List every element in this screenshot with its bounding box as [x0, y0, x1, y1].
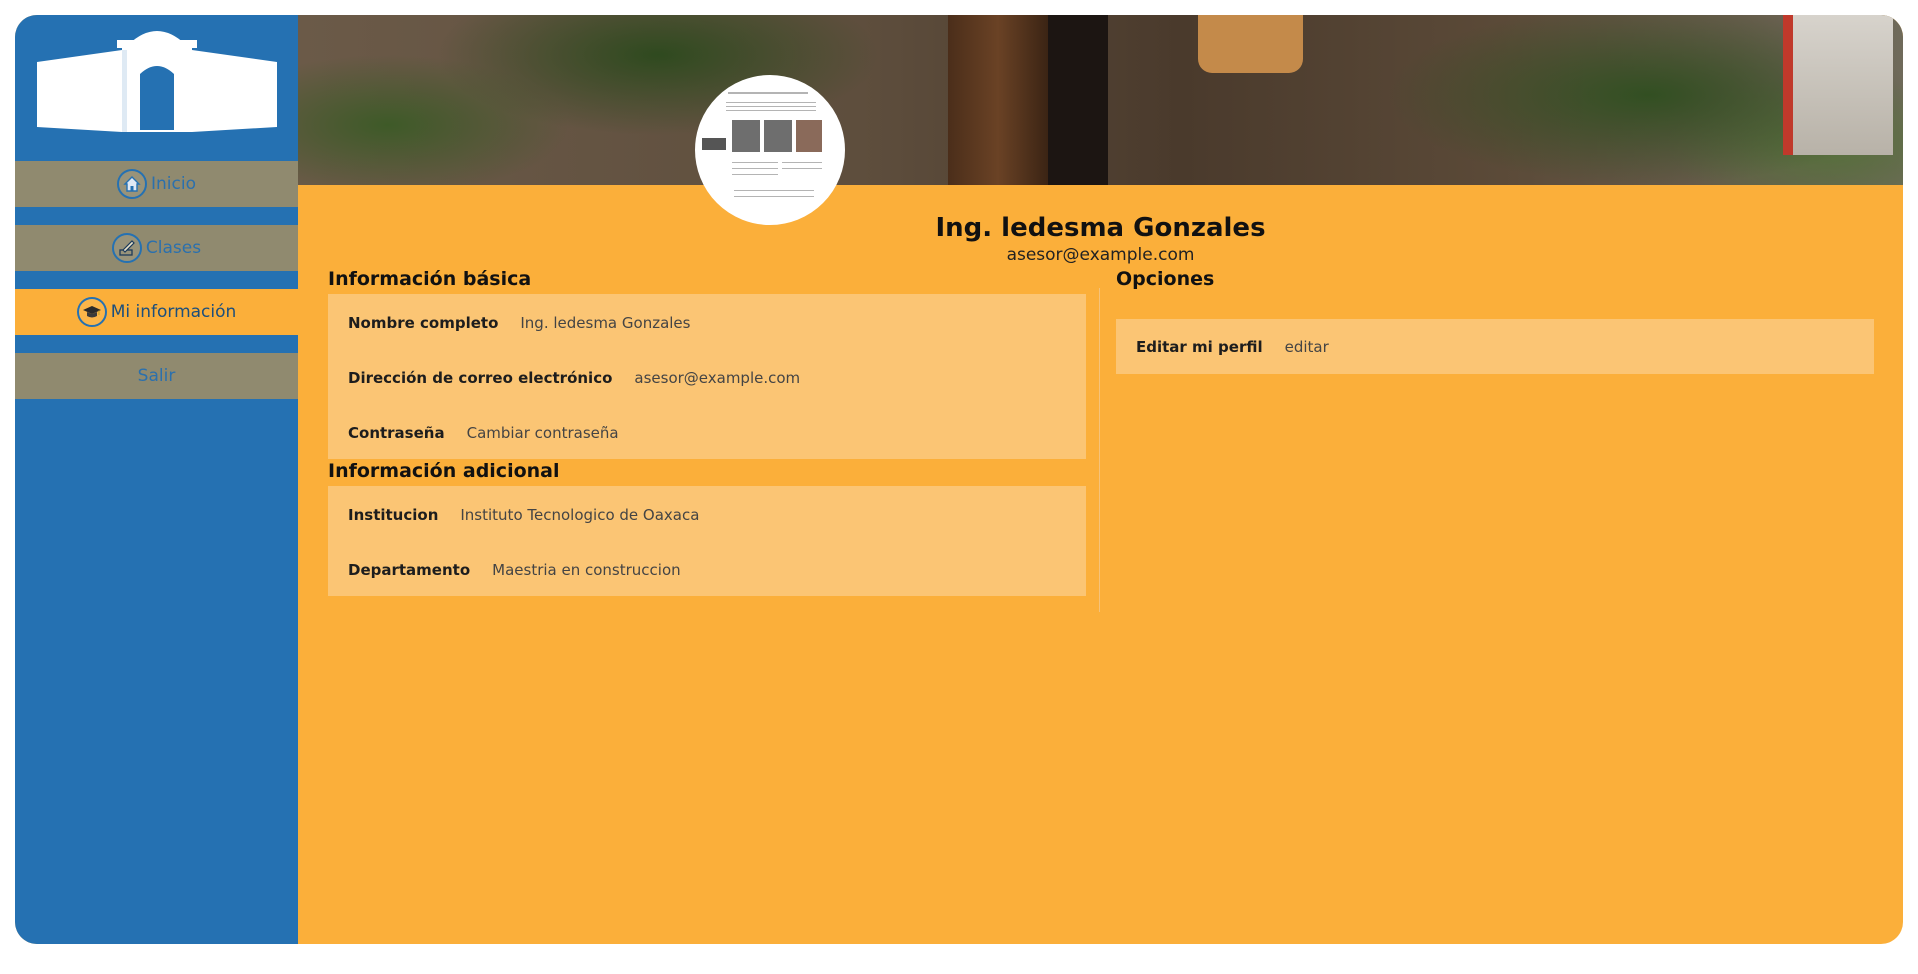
email-label: Dirección de correo electrónico: [348, 369, 613, 387]
department-label: Departamento: [348, 561, 471, 579]
department-value: Maestria en construccion: [492, 561, 681, 579]
full-name-label: Nombre completo: [348, 314, 499, 332]
banner-wooden-sign: [1198, 15, 1303, 73]
institution-label: Institucion: [348, 506, 439, 524]
avatar-doc-thumbnail: [732, 120, 760, 152]
app-window: Inicio Clases Mi información Salir Ing. …: [15, 15, 1903, 944]
avatar-doc-line: [782, 162, 822, 163]
avatar-doc-thumbnail: [796, 120, 822, 152]
sidebar-item-label: Mi información: [110, 302, 237, 322]
home-icon: [117, 169, 147, 199]
sidebar-item-inicio[interactable]: Inicio: [15, 161, 298, 207]
banner-door: [948, 15, 1048, 185]
password-label: Contraseña: [348, 424, 445, 442]
section-title-options: Opciones: [1116, 268, 1215, 290]
column-divider: [1099, 288, 1100, 612]
graduation-cap-icon: [76, 297, 107, 327]
avatar-doc-line: [732, 162, 778, 163]
info-row-department: Departamento Maestria en construccion: [348, 561, 681, 579]
additional-info-card: Institucion Instituto Tecnologico de Oaxa…: [328, 486, 1086, 596]
avatar[interactable]: [695, 75, 845, 225]
profile-banner-image: [298, 15, 1903, 185]
sidebar: Inicio Clases Mi información Salir: [15, 15, 298, 944]
info-row-email: Dirección de correo electrónico asesor@ex…: [348, 369, 800, 387]
banner-building: [1783, 15, 1893, 155]
info-row-password: Contraseña Cambiar contraseña: [348, 424, 619, 442]
section-title-basic-info: Información básica: [328, 268, 532, 290]
profile-name: Ing. ledesma Gonzales: [935, 213, 1266, 243]
section-title-additional-info: Información adicional: [328, 460, 560, 482]
avatar-doc-line: [732, 174, 778, 175]
avatar-doc-line: [726, 102, 816, 103]
option-row-edit-profile: Editar mi perfil editar: [1136, 338, 1329, 356]
edit-profile-link[interactable]: editar: [1285, 338, 1329, 356]
full-name-value: Ing. ledesma Gonzales: [520, 314, 691, 332]
pencil-icon: [111, 233, 142, 263]
sidebar-item-label: Inicio: [151, 174, 196, 194]
change-password-link[interactable]: Cambiar contraseña: [467, 424, 619, 442]
avatar-doc-line: [734, 190, 814, 191]
avatar-doc-line: [782, 168, 822, 169]
sidebar-item-label: Salir: [137, 366, 176, 386]
banner-doorway: [1048, 15, 1108, 185]
sidebar-item-label: Clases: [145, 238, 202, 258]
avatar-doc-line: [726, 106, 816, 107]
sidebar-item-clases[interactable]: Clases: [15, 225, 298, 271]
avatar-doc-line: [728, 92, 808, 94]
avatar-doc-line: [726, 110, 816, 111]
options-card: Editar mi perfil editar: [1116, 319, 1874, 374]
avatar-doc-line: [732, 168, 778, 169]
profile-email: asesor@example.com: [1006, 245, 1195, 265]
info-row-institution: Institucion Instituto Tecnologico de Oaxa…: [348, 506, 699, 524]
info-row-full-name: Nombre completo Ing. ledesma Gonzales: [348, 314, 690, 332]
basic-info-card: Nombre completo Ing. ledesma Gonzales Dir…: [328, 294, 1086, 459]
avatar-doc-line: [734, 196, 814, 197]
institution-value: Instituto Tecnologico de Oaxaca: [460, 506, 700, 524]
sidebar-item-mi-informacion[interactable]: Mi información: [15, 289, 298, 335]
edit-profile-label: Editar mi perfil: [1136, 338, 1263, 356]
building-arch-logo-icon: [37, 31, 277, 132]
email-value: asesor@example.com: [634, 369, 801, 387]
avatar-doc-thumbnail: [702, 138, 726, 150]
avatar-doc-thumbnail: [764, 120, 792, 152]
sidebar-item-salir[interactable]: Salir: [15, 353, 298, 399]
